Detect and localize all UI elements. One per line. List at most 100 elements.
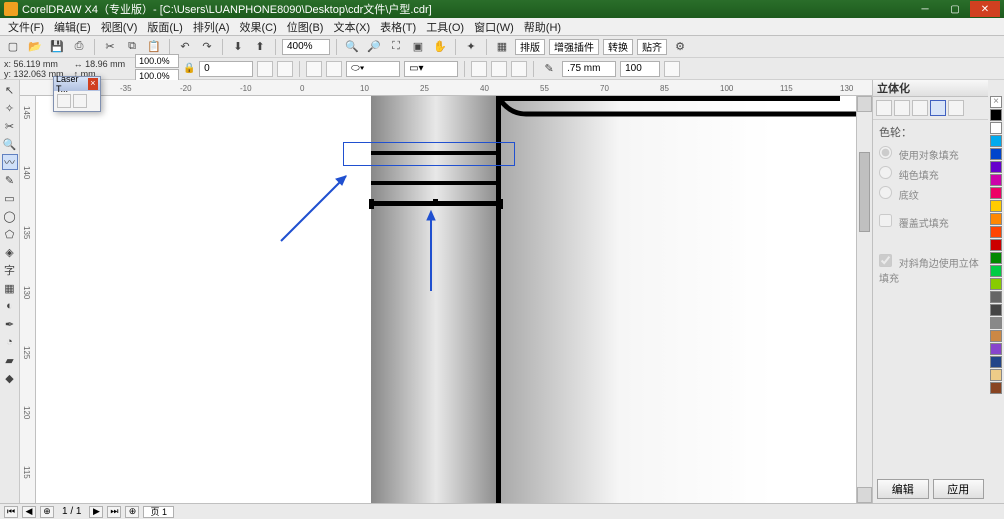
extrude-preset-icon[interactable] xyxy=(876,100,892,116)
polygon-tool-icon[interactable]: ⬠ xyxy=(2,226,18,242)
close-button[interactable]: ✕ xyxy=(970,1,1000,17)
check-overlay-fill[interactable]: 覆盖式填充 xyxy=(879,212,982,232)
scroll-down-icon[interactable] xyxy=(857,487,872,503)
color-swatch[interactable] xyxy=(990,330,1002,342)
color-swatch[interactable] xyxy=(990,252,1002,264)
convert-label[interactable]: 转换 xyxy=(603,39,633,55)
fullscreen-icon[interactable]: ▣ xyxy=(409,38,427,56)
cut-icon[interactable]: ✂ xyxy=(101,38,119,56)
color-swatch[interactable] xyxy=(990,213,1002,225)
basic-shapes-icon[interactable]: ◈ xyxy=(2,244,18,260)
radio-object-fill[interactable]: 使用对象填充 xyxy=(879,144,982,164)
color-swatch[interactable] xyxy=(990,265,1002,277)
scroll-up-icon[interactable] xyxy=(857,96,872,112)
page-prev-icon[interactable]: ◀ xyxy=(22,506,36,518)
menu-help[interactable]: 帮助(H) xyxy=(520,18,565,36)
snap-label[interactable]: 贴齐 xyxy=(637,39,667,55)
menu-tools[interactable]: 工具(O) xyxy=(422,18,468,36)
to-front-icon[interactable] xyxy=(471,61,487,77)
scale-x[interactable]: 100.0 % xyxy=(135,54,179,68)
menu-layout[interactable]: 版面(L) xyxy=(143,18,186,36)
pan-icon[interactable]: ✋ xyxy=(431,38,449,56)
vertical-scrollbar[interactable] xyxy=(856,96,872,503)
zoom-out-icon[interactable]: 🔎 xyxy=(365,38,383,56)
check-bevel-fill[interactable]: 对斜角边使用立体填充 xyxy=(879,252,982,287)
open-icon[interactable]: 📂 xyxy=(26,38,44,56)
horizontal-ruler[interactable]: -50 -35 -20 -10 0 10 25 40 55 70 85 100 … xyxy=(20,80,872,96)
ellipse-tool-icon[interactable]: ◯ xyxy=(2,208,18,224)
welcome-icon[interactable]: ✦ xyxy=(462,38,480,56)
rectangle-tool-icon[interactable]: ▭ xyxy=(2,190,18,206)
color-swatch[interactable] xyxy=(990,187,1002,199)
new-icon[interactable]: ▢ xyxy=(4,38,22,56)
color-swatch[interactable] xyxy=(990,174,1002,186)
floatwin-close-icon[interactable]: × xyxy=(88,78,98,90)
convert-curves-icon[interactable] xyxy=(511,61,527,77)
page-add2-icon[interactable]: ⊕ xyxy=(125,506,139,518)
outline-pen-icon[interactable]: ✎ xyxy=(540,60,558,78)
order-icon[interactable] xyxy=(326,61,342,77)
menu-window[interactable]: 窗口(W) xyxy=(470,18,518,36)
save-icon[interactable]: 💾 xyxy=(48,38,66,56)
color-swatch[interactable] xyxy=(990,278,1002,290)
menu-arrange[interactable]: 排列(A) xyxy=(189,18,234,36)
menu-file[interactable]: 文件(F) xyxy=(4,18,48,36)
menu-bitmap[interactable]: 位图(B) xyxy=(283,18,328,36)
eyedropper-tool-icon[interactable]: ✒ xyxy=(2,316,18,332)
line-box[interactable]: 100 xyxy=(620,61,660,77)
color-swatch[interactable] xyxy=(990,239,1002,251)
to-back-icon[interactable] xyxy=(491,61,507,77)
color-swatch[interactable] xyxy=(990,109,1002,121)
wrap-dropdown[interactable]: ▭▾ xyxy=(404,61,458,77)
menu-table[interactable]: 表格(T) xyxy=(376,18,420,36)
laser-tool-2-icon[interactable] xyxy=(73,94,87,108)
color-swatch[interactable] xyxy=(990,122,1002,134)
color-swatch[interactable] xyxy=(990,317,1002,329)
page-first-icon[interactable]: ⏮ xyxy=(4,506,18,518)
scroll-thumb[interactable] xyxy=(859,152,870,232)
zoom-combo[interactable]: 400% xyxy=(282,39,330,55)
rotation-input[interactable]: 0 xyxy=(199,61,253,77)
laser-tool-window[interactable]: Laser T... × xyxy=(53,76,101,112)
zoom-tool-icon[interactable]: 🔍 xyxy=(2,136,18,152)
extrude-light-icon[interactable] xyxy=(912,100,928,116)
color-swatch[interactable] xyxy=(990,382,1002,394)
page-add-icon[interactable]: ⊕ xyxy=(40,506,54,518)
color-swatch[interactable] xyxy=(990,135,1002,147)
page-last-icon[interactable]: ⏭ xyxy=(107,506,121,518)
options-icon[interactable]: ⚙ xyxy=(671,38,689,56)
menu-effects[interactable]: 效果(C) xyxy=(236,18,281,36)
maximize-button[interactable]: ▢ xyxy=(940,1,970,17)
menu-edit[interactable]: 编辑(E) xyxy=(50,18,95,36)
extrude-rotation-icon[interactable] xyxy=(894,100,910,116)
redo-icon[interactable]: ↷ xyxy=(198,38,216,56)
table-tool-icon[interactable]: ▦ xyxy=(2,280,18,296)
plugin-label[interactable]: 增强插件 xyxy=(549,39,599,55)
color-swatch[interactable] xyxy=(990,369,1002,381)
crop-tool-icon[interactable]: ✂ xyxy=(2,118,18,134)
minimize-button[interactable]: ─ xyxy=(910,1,940,17)
canvas[interactable] xyxy=(36,96,856,503)
line-style-icon[interactable] xyxy=(664,61,680,77)
copy-icon[interactable]: ⧉ xyxy=(123,38,141,56)
radio-shade[interactable]: 底纹 xyxy=(879,184,982,204)
shape-tool-icon[interactable]: ✧ xyxy=(2,100,18,116)
color-swatch[interactable] xyxy=(990,226,1002,238)
extrude-bevel-icon[interactable] xyxy=(948,100,964,116)
edit-button[interactable]: 编辑 xyxy=(877,479,929,499)
line-width[interactable]: .75 mm xyxy=(562,61,616,77)
menu-view[interactable]: 视图(V) xyxy=(97,18,142,36)
export-icon[interactable]: ⬆ xyxy=(251,38,269,56)
text-tool-icon[interactable]: 字 xyxy=(2,262,18,278)
page-tab[interactable]: 页 1 xyxy=(143,506,174,518)
lock-ratio-icon[interactable]: 🔒 xyxy=(183,63,195,75)
pick-tool-icon[interactable]: ↖ xyxy=(2,82,18,98)
selection-handle[interactable] xyxy=(498,204,503,209)
selection-handle[interactable] xyxy=(433,199,438,204)
color-swatch[interactable] xyxy=(990,161,1002,173)
fill-tool-icon[interactable]: ▰ xyxy=(2,352,18,368)
no-color-swatch[interactable] xyxy=(990,96,1002,108)
radio-solid-fill[interactable]: 纯色填充 xyxy=(879,164,982,184)
undo-icon[interactable]: ↶ xyxy=(176,38,194,56)
color-swatch[interactable] xyxy=(990,356,1002,368)
